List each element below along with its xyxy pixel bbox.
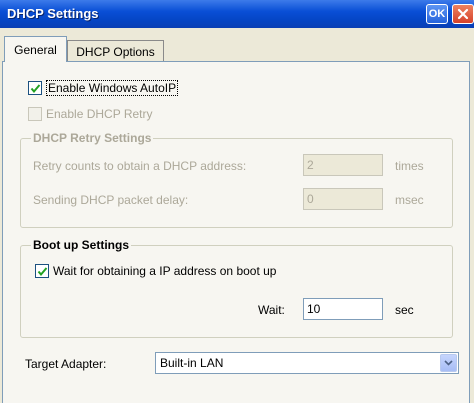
tab-general[interactable]: General [4,36,67,62]
chevron-down-icon [444,360,453,366]
general-tab-panel: Enable Windows AutoIP Enable DHCP Retry … [2,61,470,403]
packet-delay-unit: msec [395,193,424,207]
enable-autoip-label: Enable Windows AutoIP [46,80,179,96]
enable-dhcp-retry-label: Enable DHCP Retry [46,107,153,121]
close-icon [457,8,469,20]
enable-dhcp-retry-checkbox-row[interactable]: Enable DHCP Retry [28,107,153,121]
wait-for-ip-checkbox[interactable] [35,264,49,278]
enable-autoip-checkbox-row[interactable]: Enable Windows AutoIP [28,80,179,96]
title-bar: DHCP Settings OK [0,0,474,28]
packet-delay-label: Sending DHCP packet delay: [33,193,189,207]
checkmark-icon [37,266,47,276]
dropdown-arrow-button[interactable] [440,354,457,372]
enable-dhcp-retry-checkbox[interactable] [28,107,42,121]
wait-label: Wait: [258,303,285,317]
packet-delay-input[interactable]: 0 [303,188,383,210]
wait-for-ip-checkbox-row[interactable]: Wait for obtaining a IP address on boot … [35,264,276,278]
target-adapter-label: Target Adapter: [25,357,107,371]
close-button[interactable] [452,4,474,24]
tab-dhcp-options[interactable]: DHCP Options [67,40,164,62]
target-adapter-dropdown[interactable]: Built-in LAN [155,352,459,374]
retry-counts-unit: times [395,159,424,173]
dhcp-retry-settings-group: DHCP Retry Settings Retry counts to obta… [20,131,453,228]
wait-input[interactable]: 10 [303,298,383,320]
ok-button[interactable]: OK [426,4,448,24]
dhcp-retry-settings-title: DHCP Retry Settings [31,131,154,145]
wait-for-ip-label: Wait for obtaining a IP address on boot … [53,264,277,278]
checkmark-icon [30,83,40,93]
window-title: DHCP Settings [7,6,99,21]
target-adapter-value: Built-in LAN [160,356,224,370]
retry-counts-input[interactable]: 2 [303,154,383,176]
boot-up-settings-group: Boot up Settings Wait for obtaining a IP… [20,238,453,338]
enable-autoip-checkbox[interactable] [28,81,42,95]
retry-counts-label: Retry counts to obtain a DHCP address: [33,159,247,173]
boot-up-settings-title: Boot up Settings [31,238,131,252]
wait-unit: sec [395,303,414,317]
